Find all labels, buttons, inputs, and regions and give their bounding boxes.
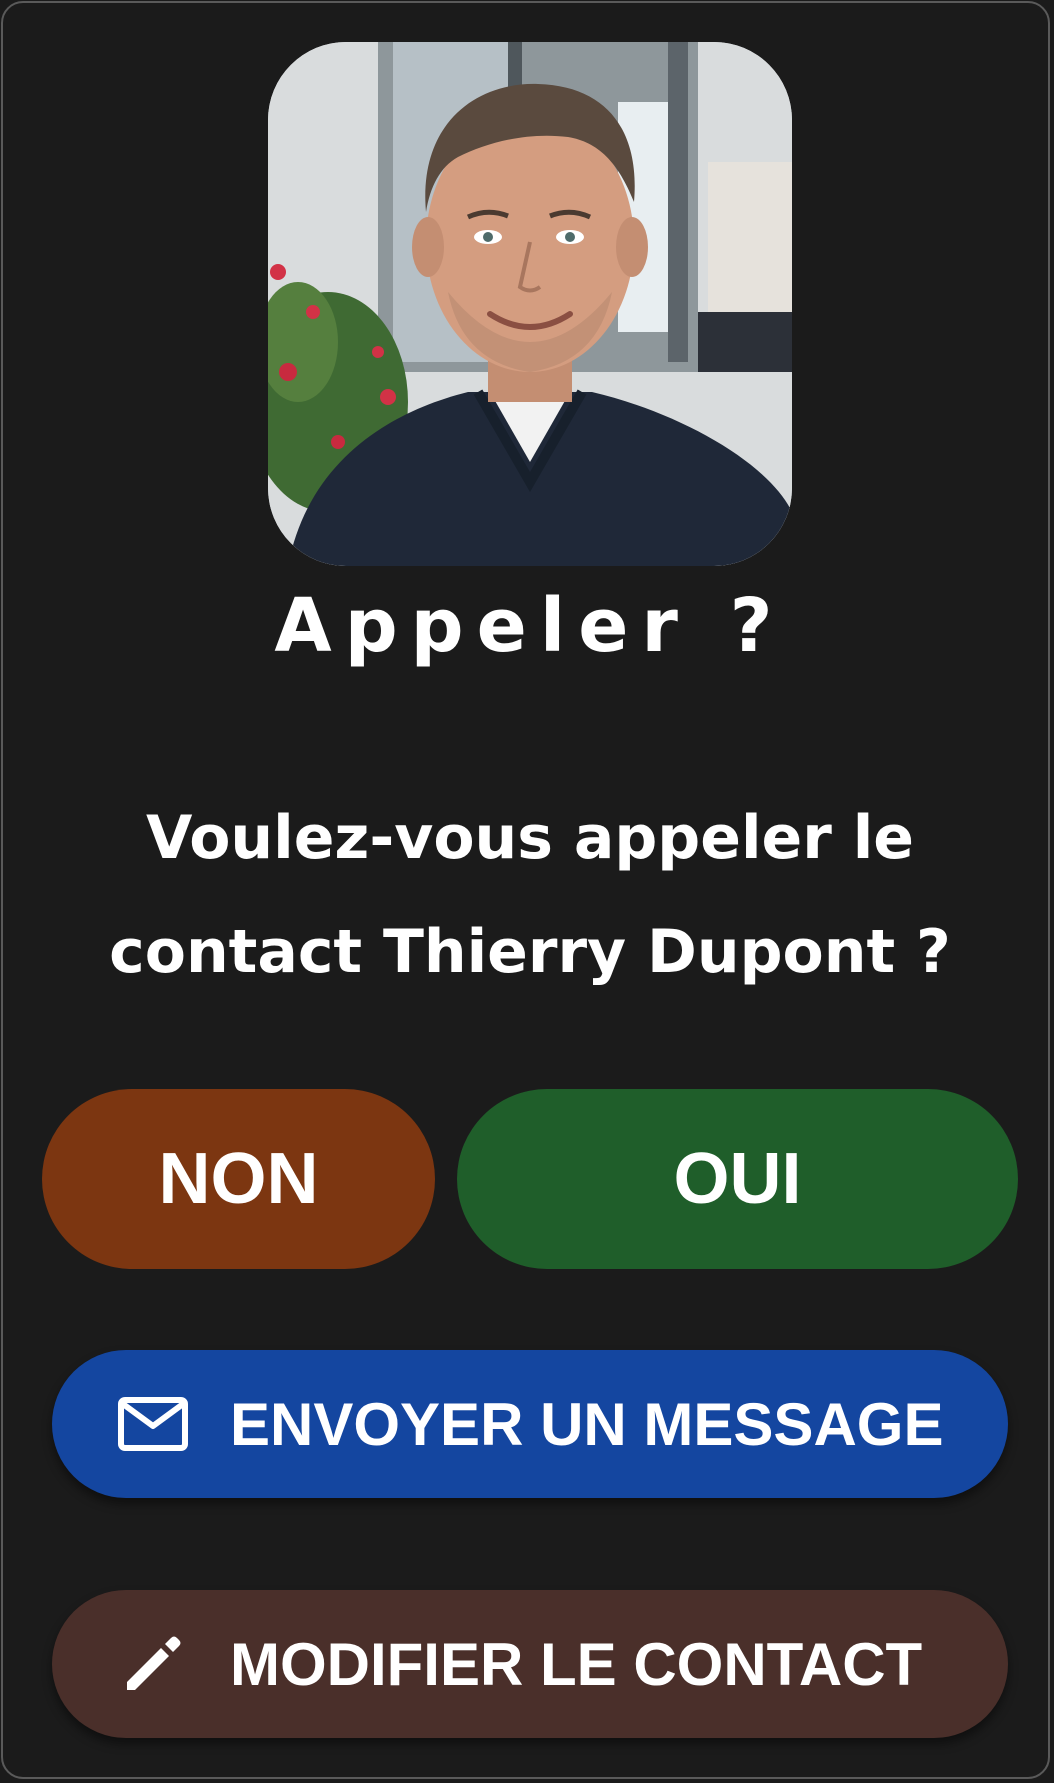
send-message-label: ENVOYER UN MESSAGE <box>230 1390 944 1458</box>
no-button-label: NON <box>158 1139 319 1219</box>
pencil-icon <box>116 1627 190 1701</box>
dialog-question: Voulez-vous appeler le contact Thierry D… <box>109 803 951 987</box>
send-message-button[interactable]: ENVOYER UN MESSAGE <box>52 1350 1008 1498</box>
contact-avatar <box>268 42 792 566</box>
dialog-title: Appeler ? <box>274 583 786 669</box>
yes-button-label: OUI <box>673 1139 802 1219</box>
mail-icon <box>116 1387 190 1461</box>
no-button[interactable]: NON <box>42 1089 435 1269</box>
call-dialog: Appeler ? Voulez-vous appeler le contact… <box>1 1 1050 1779</box>
yes-button[interactable]: OUI <box>457 1089 1018 1269</box>
edit-contact-label: MODIFIER LE CONTACT <box>230 1630 923 1698</box>
edit-contact-button[interactable]: MODIFIER LE CONTACT <box>52 1590 1008 1738</box>
contact-photo <box>268 42 792 566</box>
